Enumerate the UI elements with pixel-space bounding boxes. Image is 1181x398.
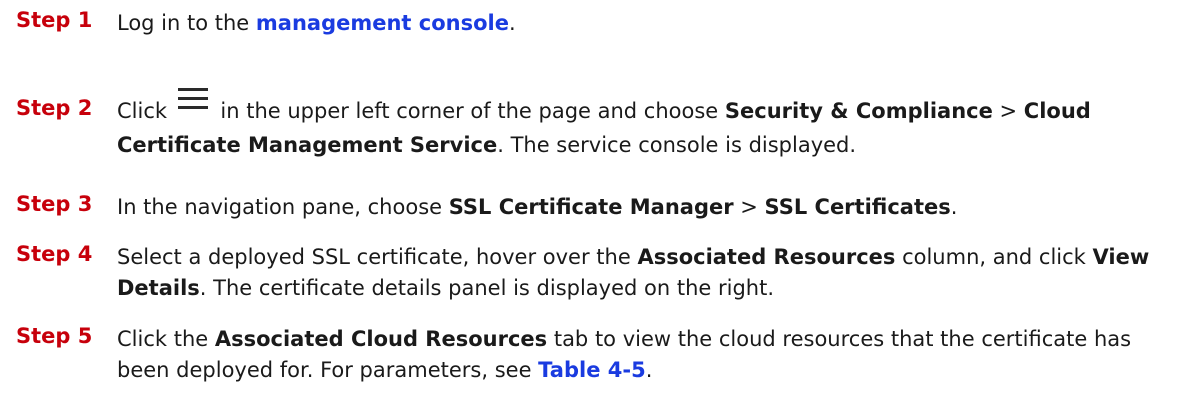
step-text: column, and click (895, 245, 1093, 269)
step-label: Step 4 (16, 242, 93, 266)
bold-term: Security & Compliance (724, 99, 993, 123)
bold-term: Associated Cloud Resources (214, 327, 548, 351)
step-body: Click the Associated Cloud Resources tab… (117, 324, 1177, 386)
step-text: > (733, 195, 765, 219)
menu-icon (177, 86, 208, 112)
step-text: Click the (117, 327, 215, 351)
bold-term: SSL Certificates (764, 195, 951, 219)
step-label: Step 1 (16, 8, 93, 32)
procedure-steps: Step 1 Log in to the management console.… (0, 0, 1181, 398)
step-text: Click (117, 99, 174, 123)
bold-term: Associated Resources (637, 245, 896, 269)
step-text: In the navigation pane, choose (117, 195, 449, 219)
step-text: in the upper left corner of the page and… (213, 99, 725, 123)
step-text: > (992, 99, 1024, 123)
step-label: Step 3 (16, 192, 93, 216)
step-body: In the navigation pane, choose SSL Certi… (117, 192, 1177, 223)
step-text: Log in to the (117, 11, 256, 35)
step-text: . (508, 11, 516, 35)
step-label: Step 5 (16, 324, 93, 348)
step-body: Log in to the management console. (117, 8, 1177, 39)
table-4-5-link[interactable]: Table 4-5 (538, 358, 646, 382)
step-body: Select a deployed SSL certificate, hover… (117, 242, 1177, 304)
management-console-link[interactable]: management console (256, 11, 509, 35)
step-text: . (645, 358, 653, 382)
step-text: . The service console is displayed. (497, 133, 857, 157)
step-text: Select a deployed SSL certificate, hover… (117, 245, 638, 269)
step-body: Click in the upper left corner of the pa… (117, 86, 1177, 162)
step-text: . The certificate details panel is displ… (199, 276, 775, 300)
bold-term: SSL Certificate Manager (448, 195, 734, 219)
step-label: Step 2 (16, 96, 93, 120)
step-text: . (950, 195, 958, 219)
